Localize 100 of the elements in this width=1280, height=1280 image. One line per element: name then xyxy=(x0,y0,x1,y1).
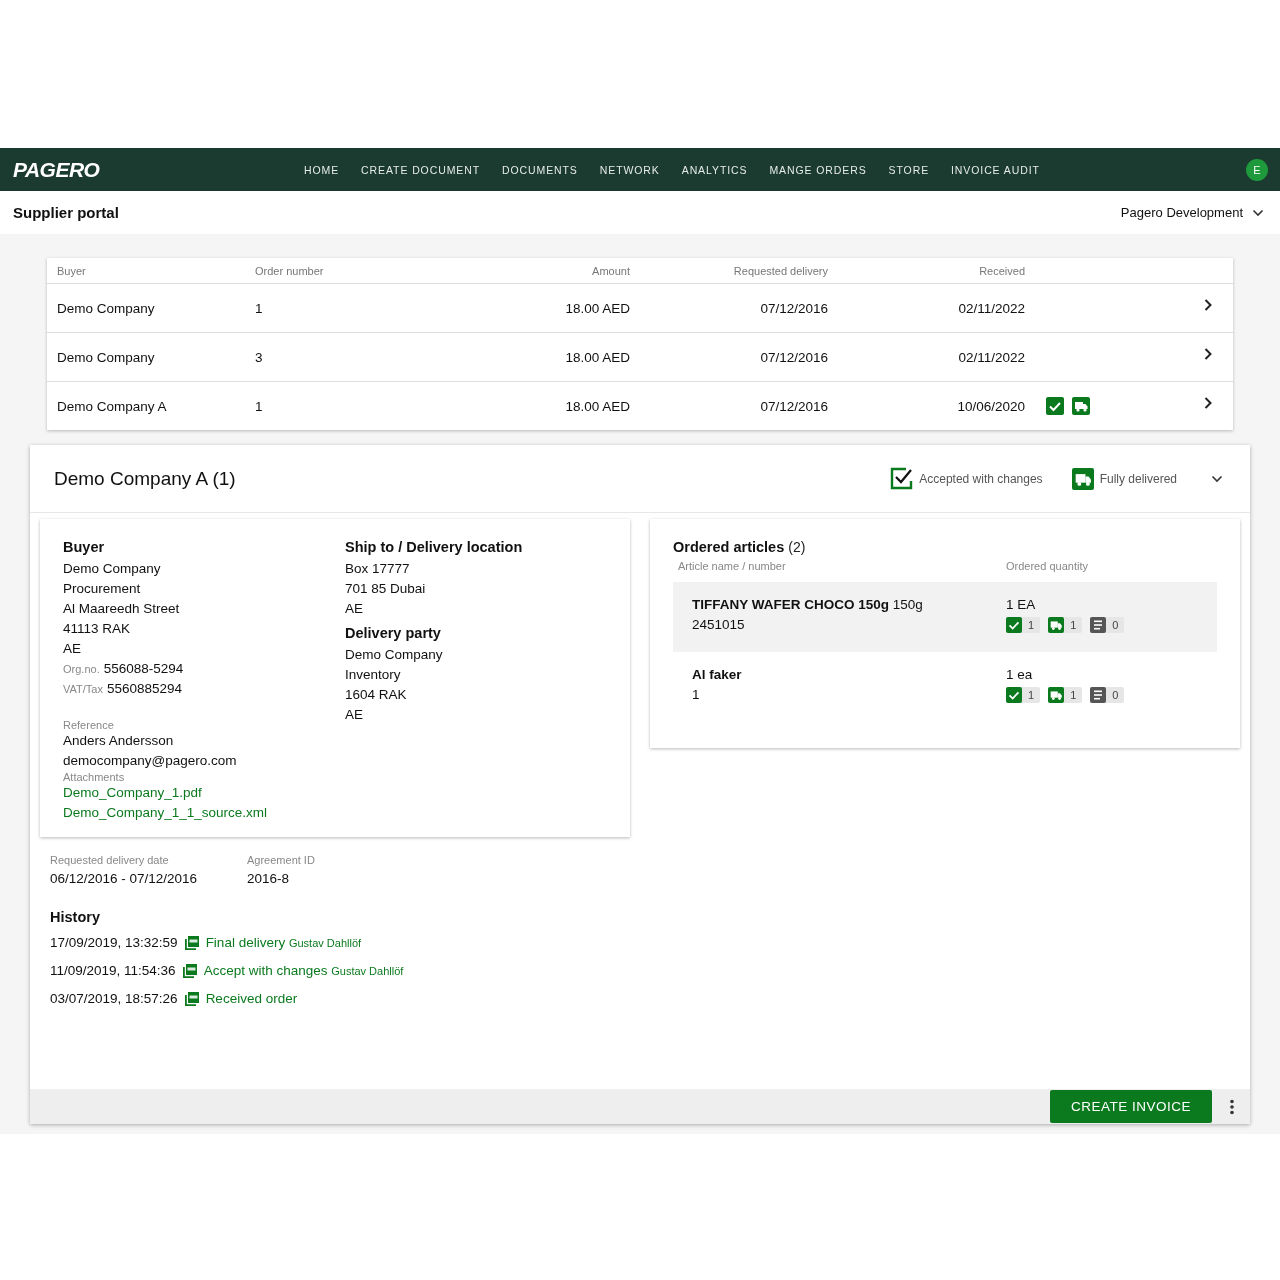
table-cell-text: 18.00 AED xyxy=(564,300,630,316)
column-header: Order number xyxy=(255,264,325,277)
column-header: Article name / number xyxy=(678,560,787,572)
nav-link[interactable]: MANGE ORDERS xyxy=(758,159,878,180)
history-link[interactable]: Received order xyxy=(205,989,298,1009)
checkmark-icon xyxy=(1006,687,1022,703)
address-line: Demo Company xyxy=(63,560,162,578)
address-line: Box 17777 xyxy=(345,560,411,578)
history-link[interactable]: Accept with changes Gustav Dahllöf xyxy=(203,961,404,981)
article-count: (2) xyxy=(788,539,806,555)
truck-icon xyxy=(1071,467,1094,490)
field-label: Reference xyxy=(63,719,115,731)
field-value: 2016-8 xyxy=(247,870,291,888)
address-line: AE xyxy=(345,706,364,724)
quantity-count: 0 xyxy=(1112,689,1119,701)
field-label: Org.no. xyxy=(63,662,100,677)
document-icon xyxy=(1090,687,1107,703)
table-cell-text: 02/11/2022 xyxy=(957,300,1025,316)
status-label: Fully delivered xyxy=(1099,471,1177,486)
history-time: 11/09/2019, 11:54:36 xyxy=(50,962,176,980)
table-cell-text: 07/12/2016 xyxy=(759,300,828,316)
checkmark-icon xyxy=(1006,617,1022,633)
pdf-file-icon xyxy=(183,935,200,951)
field-value: democompany@pagero.com xyxy=(63,752,238,770)
address-line: AE xyxy=(63,640,82,658)
section-heading: History xyxy=(50,909,101,925)
table-cell-text: 1 xyxy=(255,300,264,316)
field-label: Agreement ID xyxy=(247,854,316,866)
quantity-count: 1 xyxy=(1028,689,1035,701)
field-label: Attachments xyxy=(63,771,126,783)
attachment-link[interactable]: Demo_Company_1_1_source.xml xyxy=(63,803,268,823)
address-line: Demo Company xyxy=(345,646,444,664)
table-cell-text: 18.00 AED xyxy=(564,398,630,414)
address-line: 1604 RAK xyxy=(345,686,408,704)
quantity-count: 0 xyxy=(1112,619,1119,631)
ordered-quantity: 1 ea xyxy=(1006,666,1034,684)
nav-link[interactable]: CREATE DOCUMENT xyxy=(350,159,491,180)
checkbox-check-icon xyxy=(890,467,914,490)
section-heading: Buyer xyxy=(63,539,106,555)
document-icon xyxy=(1090,617,1107,633)
attachment-link[interactable]: Demo_Company_1.pdf xyxy=(63,783,202,803)
article-row[interactable]: TIFFANY WAFER CHOCO 150g 150g 2451015 1 EA 1 1 0 xyxy=(673,582,1217,652)
truck-icon xyxy=(1048,617,1065,633)
table-cell-text: Demo Company xyxy=(57,349,156,365)
user-avatar[interactable]: E xyxy=(1246,158,1268,181)
table-cell-text: 07/12/2016 xyxy=(759,349,828,365)
table-cell-text: 3 xyxy=(255,349,264,365)
column-header: Ordered quantity xyxy=(1006,560,1089,572)
table-cell-text: 02/11/2022 xyxy=(957,349,1025,365)
truck-icon xyxy=(1048,687,1065,703)
chevron-right-icon xyxy=(1203,396,1213,410)
table-cell-text: Demo Company A xyxy=(57,398,168,414)
history-time: 03/07/2019, 18:57:26 xyxy=(50,990,178,1008)
history-link[interactable]: Final delivery Gustav Dahllöf xyxy=(205,933,362,953)
pagero-logo[interactable]: PAGERO xyxy=(13,157,293,182)
field-value: 06/12/2016 - 07/12/2016 xyxy=(50,870,199,888)
address-line: AE xyxy=(345,600,364,618)
article-name: TIFFANY WAFER CHOCO 150g 150g xyxy=(692,596,924,614)
chevron-right-icon xyxy=(1203,347,1213,361)
create-invoice-button[interactable]: CREATE INVOICE xyxy=(1050,1090,1212,1123)
kebab-menu-icon xyxy=(1230,1098,1234,1115)
chevron-right-icon xyxy=(1203,298,1213,312)
status-label: Accepted with changes xyxy=(919,471,1043,486)
field-label: Requested delivery date xyxy=(50,854,170,866)
ordered-quantity: 1 EA xyxy=(1006,596,1037,614)
address-line: 41113 RAK xyxy=(63,620,132,638)
column-header: Requested delivery xyxy=(732,264,828,277)
article-number: 2451015 xyxy=(692,616,746,634)
field-value: Anders Andersson xyxy=(63,732,175,750)
table-cell-text: 10/06/2020 xyxy=(956,398,1025,414)
address-line: 701 85 Dubai xyxy=(345,580,427,598)
column-header: Buyer xyxy=(57,264,87,277)
account-dropdown[interactable]: Pagero Development xyxy=(1120,205,1264,220)
table-cell-text: 07/12/2016 xyxy=(759,398,828,414)
section-heading: Ship to / Delivery location xyxy=(345,539,524,555)
column-header: Amount xyxy=(591,264,630,277)
nav-link[interactable]: DOCUMENTS xyxy=(491,159,589,180)
nav-link[interactable]: ANALYTICS xyxy=(670,159,759,180)
pdf-file-icon xyxy=(181,963,198,979)
table-cell-text: Demo Company xyxy=(57,300,156,316)
pdf-file-icon xyxy=(183,991,200,1007)
chevron-down-icon xyxy=(1252,208,1264,217)
section-heading: Ordered articles xyxy=(673,539,785,555)
section-heading: Delivery party xyxy=(345,625,442,641)
chevron-down-icon xyxy=(1211,474,1223,483)
nav-link[interactable]: NETWORK xyxy=(588,159,671,180)
quantity-count: 1 xyxy=(1028,619,1035,631)
quantity-count: 1 xyxy=(1070,619,1077,631)
address-line: Inventory xyxy=(345,666,402,684)
nav-link[interactable]: HOME xyxy=(293,159,351,180)
nav-link[interactable]: STORE xyxy=(877,159,941,180)
order-title: Demo Company A (1) xyxy=(54,467,237,490)
nav-link[interactable]: INVOICE AUDIT xyxy=(940,159,1051,180)
table-cell-text: 18.00 AED xyxy=(564,349,630,365)
article-name: Al faker xyxy=(692,666,743,684)
article-number: 1 xyxy=(692,686,701,704)
history-time: 17/09/2019, 13:32:59 xyxy=(50,934,178,952)
table-cell-text: 1 xyxy=(255,398,264,414)
field-value: 556088-5294 xyxy=(103,660,184,678)
field-value: 5560885294 xyxy=(106,680,183,698)
